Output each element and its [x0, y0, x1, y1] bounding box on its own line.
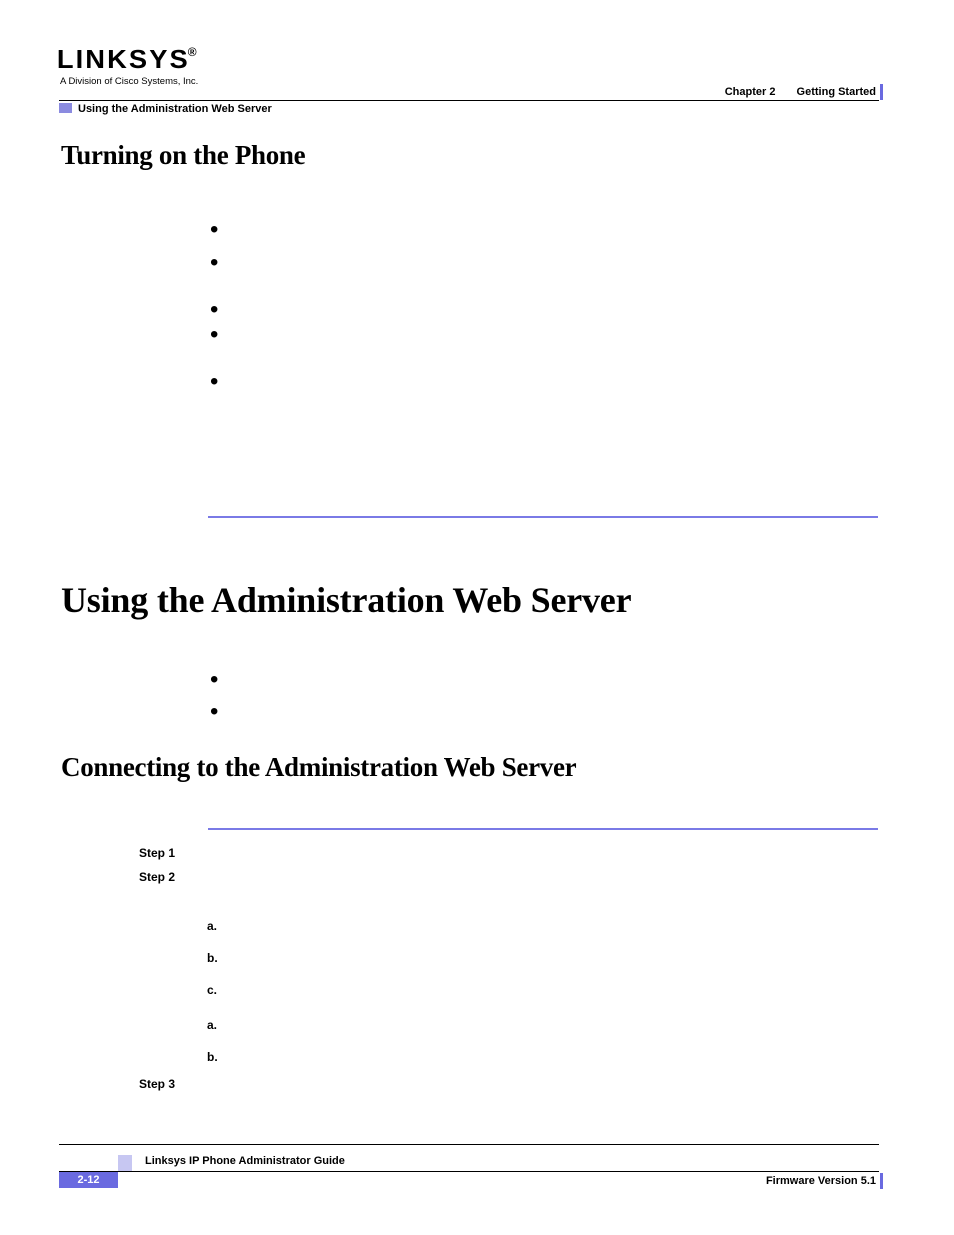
bullet-item: • — [210, 218, 850, 242]
footer-right-accent-bar — [880, 1173, 883, 1189]
bullet-item: • — [210, 298, 850, 322]
footer-guide-title: Linksys IP Phone Administrator Guide — [145, 1155, 345, 1167]
page-number: 2-12 — [59, 1172, 118, 1188]
substep-label-b: b. — [207, 951, 218, 965]
footer-accent-icon — [118, 1155, 132, 1171]
substep-label-a: a. — [207, 919, 217, 933]
header-rule — [59, 100, 879, 101]
substep-label-c: c. — [207, 983, 217, 997]
section-heading-turning-on-phone: Turning on the Phone — [61, 140, 305, 171]
bullet-icon: • — [210, 296, 218, 323]
section-heading-connecting: Connecting to the Administration Web Ser… — [61, 752, 576, 783]
substep-label-b: b. — [207, 1050, 218, 1064]
substep-label-a: a. — [207, 1018, 217, 1032]
bullet-icon: • — [210, 249, 218, 276]
step-label-2: Step 2 — [139, 870, 175, 884]
bullet-icon: • — [210, 666, 218, 693]
bullet-item: • — [210, 700, 850, 724]
bullet-item: • — [210, 323, 850, 347]
bullet-icon: • — [210, 368, 218, 395]
chapter-heading: Chapter 2 Getting Started — [725, 86, 876, 98]
bullet-item: • — [210, 668, 850, 692]
bullet-icon: • — [210, 216, 218, 243]
header-accent-icon — [59, 103, 72, 113]
step-label-1: Step 1 — [139, 846, 175, 860]
section-divider — [208, 516, 878, 518]
chapter-accent-bar — [880, 84, 883, 100]
firmware-version: Firmware Version 5.1 — [766, 1175, 876, 1187]
bullet-item: • — [210, 251, 850, 275]
step-label-3: Step 3 — [139, 1077, 175, 1091]
section-heading-using-admin-web-server: Using the Administration Web Server — [61, 579, 631, 621]
chapter-title: Getting Started — [797, 86, 876, 98]
footer-top-rule — [59, 1144, 879, 1145]
footer-mid-rule — [59, 1171, 879, 1172]
bullet-item: • — [210, 370, 850, 394]
section-divider — [208, 828, 878, 830]
running-head: Using the Administration Web Server — [78, 103, 272, 115]
chapter-label: Chapter 2 — [725, 86, 776, 98]
bullet-icon: • — [210, 321, 218, 348]
registered-icon: ® — [188, 45, 197, 59]
brand-logo: LINKSYS® A Division of Cisco Systems, In… — [60, 44, 198, 87]
logo-subtitle: A Division of Cisco Systems, Inc. — [60, 76, 198, 87]
bullet-icon: • — [210, 698, 218, 725]
page: LINKSYS® A Division of Cisco Systems, In… — [0, 0, 954, 1235]
logo-word: LINKSYS — [57, 44, 190, 75]
